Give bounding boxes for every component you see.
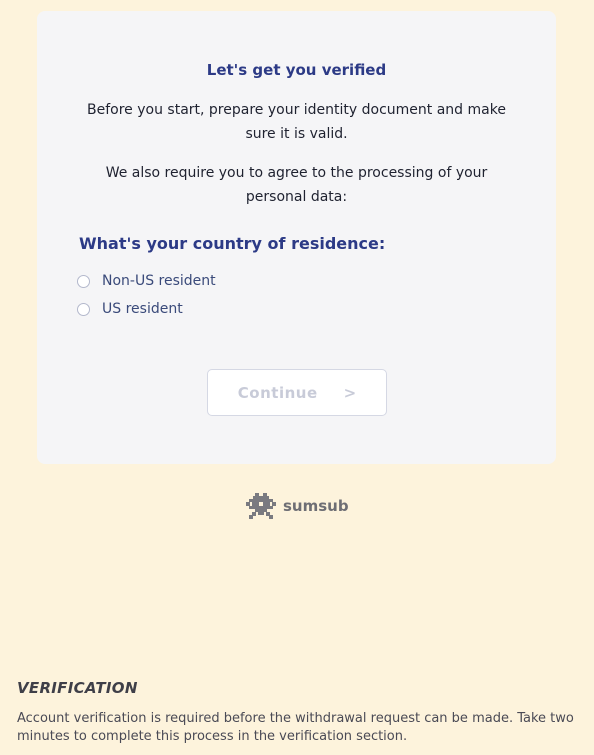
intro-paragraph: Before you start, prepare your identity … (87, 102, 506, 142)
radio-button-icon[interactable] (77, 274, 90, 288)
consent-paragraph: We also require you to agree to the proc… (105, 165, 488, 205)
brand-name: sumsub (283, 497, 349, 515)
verification-card: Let's get you verified Before you start,… (37, 11, 556, 464)
radio-label-us[interactable]: US resident (102, 301, 183, 317)
sumsub-logo-icon (246, 493, 276, 519)
sumsub-branding: sumsub (246, 493, 349, 519)
chevron-right-icon: > (343, 383, 357, 402)
radio-option-us[interactable]: US resident (77, 301, 183, 317)
radio-button-icon[interactable] (77, 302, 90, 316)
continue-button-label: Continue (237, 383, 318, 402)
radio-option-non-us[interactable]: Non-US resident (77, 273, 216, 289)
continue-button[interactable]: Continue > (207, 369, 387, 416)
verification-description: Account verification is required before … (17, 711, 574, 744)
card-title: Let's get you verified (206, 61, 387, 79)
radio-label-non-us[interactable]: Non-US resident (102, 273, 216, 289)
verification-heading: VERIFICATION (17, 679, 138, 697)
residence-question: What's your country of residence: (79, 234, 386, 253)
